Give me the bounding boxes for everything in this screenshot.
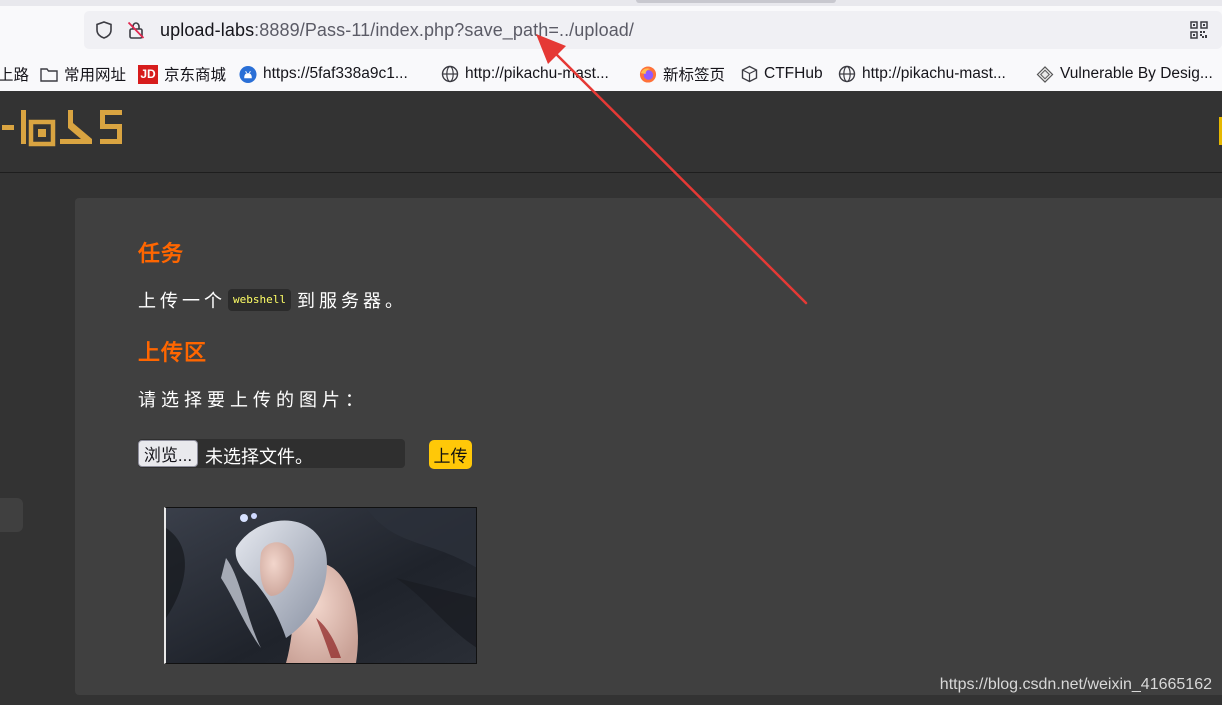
url-text[interactable]: upload-labs:8889/Pass-11/index.php?save_… xyxy=(160,20,634,41)
jd-icon: JD xyxy=(138,64,158,84)
globe-icon xyxy=(441,65,459,83)
bookmark-item[interactable]: JD 京东商城 xyxy=(138,63,226,85)
task-heading: 任务 xyxy=(138,241,185,266)
bookmark-folder[interactable]: 常用网址 xyxy=(40,63,126,85)
bookmark-label: https://5faf338a9c1... xyxy=(263,65,408,82)
url-path: :8889/Pass-11/index.php?save_path=../upl… xyxy=(254,20,635,40)
bookmark-item[interactable]: 新标签页 xyxy=(639,63,725,85)
bookmark-label: Vulnerable By Desig... xyxy=(1060,65,1213,82)
file-status-text: 未选择文件。 xyxy=(205,447,313,467)
browse-button[interactable]: 浏览... xyxy=(138,440,198,467)
csdn-watermark: https://blog.csdn.net/weixin_41665162 xyxy=(939,676,1212,693)
bookmarks-toolbar: 上路 常用网址 JD 京东商城 https://5faf338a9c1... h… xyxy=(0,58,1222,88)
bookmark-item[interactable]: https://5faf338a9c1... xyxy=(239,63,408,85)
upload-prompt: 请选择要上传的图片： xyxy=(138,390,368,410)
uploaded-image-preview xyxy=(164,507,477,664)
github-icon xyxy=(239,65,257,83)
bookmark-item[interactable]: 上路 xyxy=(0,63,29,85)
shield-icon[interactable] xyxy=(94,20,114,40)
insecure-lock-icon[interactable] xyxy=(126,20,146,40)
task-text-before: 上传一个 xyxy=(138,291,226,311)
bookmark-item[interactable]: Vulnerable By Desig... xyxy=(1036,63,1213,85)
qr-code-icon[interactable] xyxy=(1190,21,1208,39)
active-tab-edge[interactable] xyxy=(636,0,836,3)
anime-girl-image xyxy=(166,508,476,663)
bookmark-label: 上路 xyxy=(0,67,30,84)
tab-strip-edge xyxy=(0,0,1222,6)
upload-labs-logo[interactable] xyxy=(0,106,130,150)
bookmark-label: 京东商城 xyxy=(164,67,227,84)
task-description: 上传一个 webshell 到服务器。 xyxy=(138,287,407,313)
upload-heading: 上传区 xyxy=(138,340,208,365)
firefox-icon xyxy=(639,65,657,83)
address-bar[interactable]: upload-labs:8889/Pass-11/index.php?save_… xyxy=(84,11,1222,49)
bookmark-label: CTFHub xyxy=(764,65,823,82)
bookmark-item[interactable]: http://pikachu-mast... xyxy=(441,63,609,85)
url-host: upload-labs xyxy=(160,20,255,40)
globe-icon xyxy=(838,65,856,83)
bookmark-item[interactable]: CTFHub xyxy=(740,63,823,85)
task-text-after: 到服务器。 xyxy=(296,291,407,311)
site-header xyxy=(0,91,1222,173)
sidebar-tab[interactable] xyxy=(0,498,23,532)
bookmark-item[interactable]: http://pikachu-mast... xyxy=(838,63,1006,85)
vulnhub-icon xyxy=(1036,65,1054,83)
folder-icon xyxy=(40,65,58,83)
browser-chrome: upload-labs:8889/Pass-11/index.php?save_… xyxy=(0,0,1222,91)
bookmark-label: http://pikachu-mast... xyxy=(465,65,609,82)
upload-button[interactable]: 上传 xyxy=(429,440,472,469)
webshell-code: webshell xyxy=(228,289,291,311)
cube-icon xyxy=(740,65,758,83)
bookmark-label: http://pikachu-mast... xyxy=(862,65,1006,82)
bookmark-label: 新标签页 xyxy=(663,67,726,84)
bookmark-label: 常用网址 xyxy=(64,67,127,84)
